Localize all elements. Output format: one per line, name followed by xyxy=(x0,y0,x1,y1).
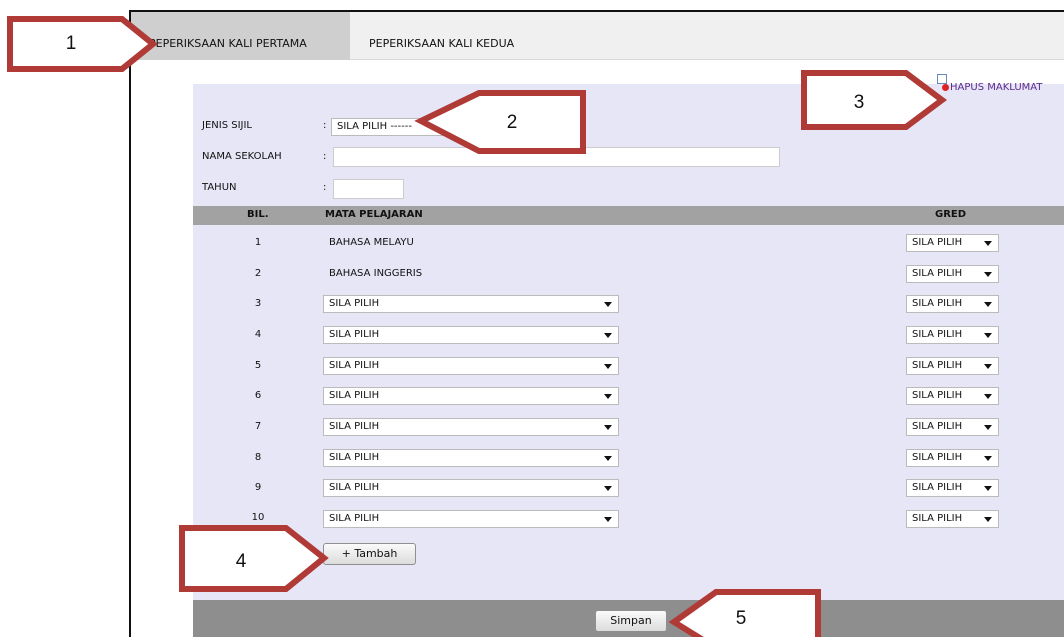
chevron-down-icon xyxy=(604,333,612,338)
tahun-input[interactable] xyxy=(333,179,404,199)
select-value: SILA PILIH xyxy=(329,360,380,371)
subject-select[interactable]: SILA PILIH xyxy=(323,510,619,528)
select-value: SILA PILIH xyxy=(329,482,380,493)
callout-label: 2 xyxy=(506,112,518,133)
chevron-down-icon xyxy=(984,241,992,246)
row-number: 4 xyxy=(254,329,262,340)
gred-select[interactable]: SILA PILIH xyxy=(906,357,999,375)
row-number: 6 xyxy=(254,390,262,401)
chevron-down-icon xyxy=(984,486,992,491)
select-value: SILA PILIH xyxy=(912,452,963,463)
gred-select[interactable]: SILA PILIH xyxy=(906,265,999,283)
subject-select[interactable]: SILA PILIH xyxy=(323,295,619,313)
subject-select[interactable]: SILA PILIH xyxy=(323,418,619,436)
chevron-down-icon xyxy=(604,394,612,399)
callout-3: 3 xyxy=(794,70,954,134)
select-value: SILA PILIH xyxy=(329,390,380,401)
chevron-down-icon xyxy=(604,425,612,430)
colon: : xyxy=(323,151,327,162)
header-mata-pelajaran: MATA PELAJARAN xyxy=(325,209,423,220)
chevron-down-icon xyxy=(984,456,992,461)
subject-select[interactable]: SILA PILIH xyxy=(323,326,619,344)
jenis-sijil-label: JENIS SIJIL xyxy=(202,120,252,131)
chevron-down-icon xyxy=(604,456,612,461)
row-number: 8 xyxy=(254,452,262,463)
chevron-down-icon xyxy=(604,517,612,522)
select-value: SILA PILIH xyxy=(912,482,963,493)
subject-select[interactable]: SILA PILIH xyxy=(323,387,619,405)
select-value: SILA PILIH xyxy=(912,329,963,340)
gred-select[interactable]: SILA PILIH xyxy=(906,387,999,405)
row-number: 9 xyxy=(254,482,262,493)
header-gred: GRED xyxy=(935,209,967,220)
chevron-down-icon xyxy=(984,302,992,307)
select-value: SILA PILIH ------ xyxy=(337,121,412,132)
gred-select[interactable]: SILA PILIH xyxy=(906,510,999,528)
tab-peperiksaan-pertama[interactable]: PEPERIKSAAN KALI PERTAMA xyxy=(131,12,350,60)
row-number: 2 xyxy=(254,268,262,279)
header-bil: BIL. xyxy=(247,209,269,220)
callout-2: 2 xyxy=(411,90,591,156)
gred-select[interactable]: SILA PILIH xyxy=(906,295,999,313)
callout-1: 1 xyxy=(0,16,160,76)
callout-label: 3 xyxy=(853,92,865,113)
row-number: 10 xyxy=(251,512,265,523)
select-value: SILA PILIH xyxy=(329,329,380,340)
footer-bar: Simpan xyxy=(193,600,1064,637)
gred-select[interactable]: SILA PILIH xyxy=(906,418,999,436)
tambah-button[interactable]: + Tambah xyxy=(323,543,416,565)
callout-label: 1 xyxy=(65,33,77,54)
gred-select[interactable]: SILA PILIH xyxy=(906,326,999,344)
hapus-maklumat-link[interactable]: HAPUS MAKLUMAT xyxy=(937,74,1043,93)
chevron-down-icon xyxy=(984,517,992,522)
select-value: SILA PILIH xyxy=(329,452,380,463)
callout-label: 5 xyxy=(735,608,747,629)
chevron-down-icon xyxy=(984,272,992,277)
chevron-down-icon xyxy=(984,333,992,338)
select-value: SILA PILIH xyxy=(912,360,963,371)
subject-select[interactable]: SILA PILIH xyxy=(323,357,619,375)
chevron-down-icon xyxy=(984,425,992,430)
callout-5: 5 xyxy=(668,586,828,637)
select-value: SILA PILIH xyxy=(912,298,963,309)
select-value: SILA PILIH xyxy=(329,421,380,432)
select-value: SILA PILIH xyxy=(329,513,380,524)
gred-select[interactable]: SILA PILIH xyxy=(906,479,999,497)
chevron-down-icon xyxy=(984,364,992,369)
gred-select[interactable]: SILA PILIH xyxy=(906,234,999,252)
select-value: SILA PILIH xyxy=(912,421,963,432)
chevron-down-icon xyxy=(604,302,612,307)
callout-label: 4 xyxy=(235,551,247,572)
nama-sekolah-label: NAMA SEKOLAH xyxy=(202,151,282,162)
subject-label: BAHASA MELAYU xyxy=(329,237,414,248)
row-number: 3 xyxy=(254,298,262,309)
tab-label: PEPERIKSAAN KALI KEDUA xyxy=(369,37,515,50)
subject-select[interactable]: SILA PILIH xyxy=(323,479,619,497)
tab-peperiksaan-kedua[interactable]: PEPERIKSAAN KALI KEDUA xyxy=(369,12,514,60)
colon: : xyxy=(323,120,327,131)
chevron-down-icon xyxy=(604,364,612,369)
hapus-label: HAPUS MAKLUMAT xyxy=(950,82,1043,93)
select-value: SILA PILIH xyxy=(912,268,963,279)
select-value: SILA PILIH xyxy=(912,390,963,401)
select-value: SILA PILIH xyxy=(329,298,380,309)
tahun-label: TAHUN xyxy=(202,182,237,193)
row-number: 5 xyxy=(254,360,262,371)
chevron-down-icon xyxy=(984,394,992,399)
row-number: 7 xyxy=(254,421,262,432)
callout-4: 4 xyxy=(174,525,334,593)
tab-label: PEPERIKSAAN KALI PERTAMA xyxy=(149,37,307,50)
chevron-down-icon xyxy=(604,486,612,491)
select-value: SILA PILIH xyxy=(912,513,963,524)
tab-bar: PEPERIKSAAN KALI PERTAMA PEPERIKSAAN KAL… xyxy=(131,12,1064,60)
row-number: 1 xyxy=(254,237,262,248)
gred-select[interactable]: SILA PILIH xyxy=(906,449,999,467)
simpan-button[interactable]: Simpan xyxy=(595,610,667,632)
select-value: SILA PILIH xyxy=(912,237,963,248)
subject-label: BAHASA INGGERIS xyxy=(329,268,423,279)
colon: : xyxy=(323,182,327,193)
table-header: BIL. MATA PELAJARAN GRED xyxy=(193,206,1064,225)
subject-select[interactable]: SILA PILIH xyxy=(323,449,619,467)
